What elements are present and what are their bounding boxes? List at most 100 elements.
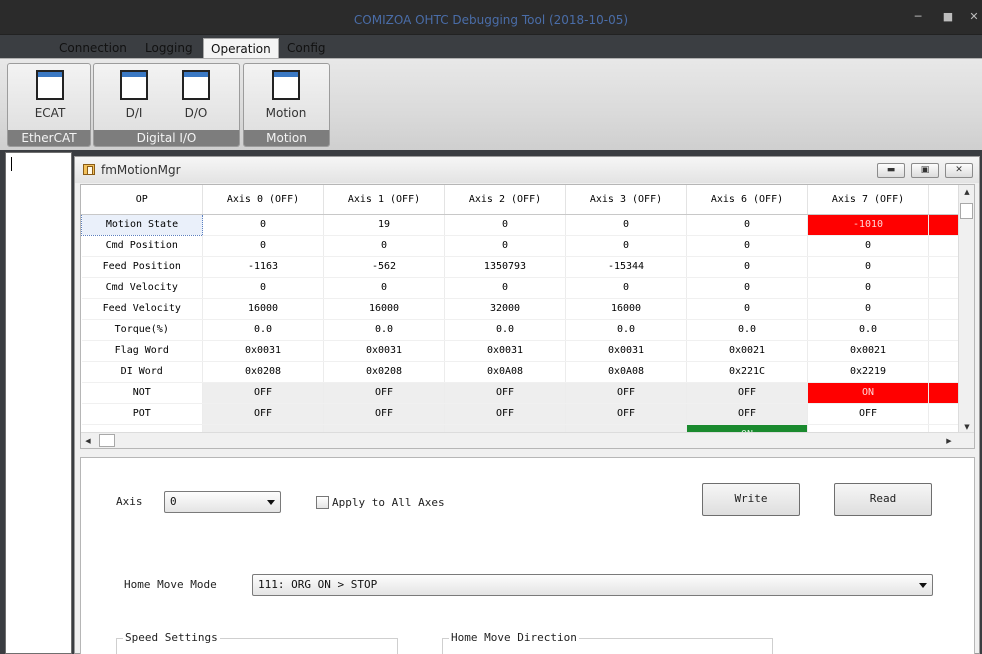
- grid-cell[interactable]: 0: [565, 214, 687, 236]
- grid-cell[interactable]: 32000: [444, 298, 566, 320]
- grid-cell[interactable]: [928, 298, 959, 320]
- grid-cell[interactable]: 0: [202, 277, 324, 299]
- grid-cell[interactable]: 16000: [323, 298, 445, 320]
- grid-cell[interactable]: 0x221C: [686, 361, 808, 383]
- grid-cell[interactable]: 0.0: [202, 319, 324, 341]
- grid-cell[interactable]: 16000: [565, 298, 687, 320]
- child-minimize-button[interactable]: ▬: [877, 163, 905, 178]
- grid-cell[interactable]: 0x2219: [807, 361, 929, 383]
- grid-cell[interactable]: 0: [444, 235, 566, 257]
- grid-cell[interactable]: 0: [444, 214, 566, 236]
- scroll-thumb[interactable]: [960, 203, 973, 219]
- table-row[interactable]: Torque(%) 0.0 0.0 0.0 0.0 0.0 0.0: [81, 319, 959, 341]
- grid-cell[interactable]: 0: [565, 235, 687, 257]
- row-header[interactable]: NOT: [81, 382, 203, 404]
- column-header[interactable]: Axis 0 (OFF): [202, 185, 324, 215]
- grid-cell[interactable]: 0: [323, 235, 445, 257]
- grid-cell[interactable]: OFF: [202, 382, 324, 404]
- do-button[interactable]: D/O: [172, 68, 220, 128]
- grid-cell[interactable]: OFF: [686, 403, 808, 425]
- grid-cell-alarm[interactable]: [928, 214, 959, 236]
- grid-cell[interactable]: OFF: [686, 382, 808, 404]
- column-header[interactable]: OP: [81, 185, 203, 215]
- grid-cell[interactable]: [928, 340, 959, 362]
- table-row[interactable]: POT OFF OFF OFF OFF OFF OFF: [81, 403, 959, 425]
- row-header[interactable]: DI Word: [81, 361, 203, 383]
- apply-all-label[interactable]: Apply to All Axes: [332, 496, 445, 509]
- grid-cell[interactable]: -562: [323, 256, 445, 278]
- grid-cell[interactable]: 0x0A08: [565, 361, 687, 383]
- child-restore-button[interactable]: ▣: [911, 163, 939, 178]
- column-header[interactable]: Axis 7 (OFF): [807, 185, 929, 215]
- grid-cell[interactable]: 0.0: [807, 319, 929, 341]
- grid-cell[interactable]: 0: [807, 235, 929, 257]
- grid-cell[interactable]: [928, 319, 959, 341]
- grid-cell[interactable]: 19: [323, 214, 445, 236]
- grid-cell[interactable]: 0: [807, 298, 929, 320]
- grid-cell[interactable]: 0: [444, 277, 566, 299]
- grid-cell[interactable]: 1350793: [444, 256, 566, 278]
- grid-cell[interactable]: 0x0021: [686, 340, 808, 362]
- child-window-titlebar[interactable]: fmMotionMgr ▬ ▣ ✕: [75, 157, 979, 183]
- table-row[interactable]: Feed Position -1163 -562 1350793 -15344 …: [81, 256, 959, 278]
- motion-button[interactable]: Motion: [262, 68, 310, 128]
- grid-cell[interactable]: 0: [565, 277, 687, 299]
- child-close-button[interactable]: ✕: [945, 163, 973, 178]
- table-row[interactable]: Cmd Position 0 0 0 0 0 0: [81, 235, 959, 257]
- grid-cell[interactable]: 0x0208: [202, 361, 324, 383]
- table-row[interactable]: Feed Velocity 16000 16000 32000 16000 0 …: [81, 298, 959, 320]
- row-header[interactable]: Feed Position: [81, 256, 203, 278]
- grid-cell[interactable]: OFF: [444, 382, 566, 404]
- grid-cell[interactable]: OFF: [323, 403, 445, 425]
- grid-cell[interactable]: 0x0031: [444, 340, 566, 362]
- grid-cell-alarm[interactable]: ON: [807, 382, 929, 404]
- grid-cell[interactable]: 0.0: [565, 319, 687, 341]
- grid-cell[interactable]: 0x0021: [807, 340, 929, 362]
- row-header[interactable]: Torque(%): [81, 319, 203, 341]
- grid-cell[interactable]: 0.0: [686, 319, 808, 341]
- close-button[interactable]: ✕: [966, 10, 982, 24]
- row-header[interactable]: Flag Word: [81, 340, 203, 362]
- row-header[interactable]: Motion State: [81, 213, 203, 236]
- grid-cell[interactable]: 0x0031: [323, 340, 445, 362]
- grid-cell[interactable]: 0.0: [323, 319, 445, 341]
- grid-cell[interactable]: 0: [686, 235, 808, 257]
- column-header[interactable]: Axis 2 (OFF): [444, 185, 566, 215]
- grid-cell[interactable]: -15344: [565, 256, 687, 278]
- grid-cell[interactable]: 16000: [202, 298, 324, 320]
- grid-cell[interactable]: -1163: [202, 256, 324, 278]
- vertical-scrollbar[interactable]: ▲ ▼: [958, 185, 974, 434]
- row-header[interactable]: Cmd Position: [81, 235, 203, 257]
- grid-cell-alarm[interactable]: [928, 382, 959, 404]
- column-header[interactable]: [928, 185, 959, 215]
- tab-config[interactable]: Config: [280, 38, 333, 59]
- grid-cell[interactable]: 0: [202, 214, 324, 236]
- grid-cell[interactable]: 0: [323, 277, 445, 299]
- table-row[interactable]: Cmd Velocity 0 0 0 0 0 0: [81, 277, 959, 299]
- scroll-up-icon[interactable]: ▲: [959, 185, 974, 199]
- column-header[interactable]: Axis 6 (OFF): [686, 185, 808, 215]
- grid-cell[interactable]: 0: [686, 214, 808, 236]
- axis-select[interactable]: 0: [164, 491, 281, 513]
- row-header[interactable]: Cmd Velocity: [81, 277, 203, 299]
- grid-cell[interactable]: 0: [202, 235, 324, 257]
- grid-cell[interactable]: OFF: [202, 403, 324, 425]
- column-header[interactable]: Axis 1 (OFF): [323, 185, 445, 215]
- grid-cell[interactable]: OFF: [565, 382, 687, 404]
- row-header[interactable]: POT: [81, 403, 203, 425]
- tab-connection[interactable]: Connection: [52, 38, 134, 59]
- horizontal-scrollbar[interactable]: ◀ ▶: [81, 432, 974, 448]
- scroll-right-icon[interactable]: ▶: [942, 433, 956, 448]
- table-row[interactable]: Motion State 0 19 0 0 0 -1010: [81, 213, 959, 236]
- tab-logging[interactable]: Logging: [138, 38, 200, 59]
- grid-cell[interactable]: 0x0208: [323, 361, 445, 383]
- home-move-mode-select[interactable]: 111: ORG ON > STOP: [252, 574, 933, 596]
- grid-cell[interactable]: OFF: [807, 403, 929, 425]
- grid-cell[interactable]: [928, 277, 959, 299]
- scroll-left-icon[interactable]: ◀: [81, 433, 95, 448]
- ecat-button[interactable]: ECAT: [26, 68, 74, 128]
- grid-cell[interactable]: OFF: [323, 382, 445, 404]
- grid-cell[interactable]: 0x0031: [202, 340, 324, 362]
- grid-cell[interactable]: [928, 361, 959, 383]
- axis-status-grid[interactable]: OP Axis 0 (OFF) Axis 1 (OFF) Axis 2 (OFF…: [80, 184, 975, 449]
